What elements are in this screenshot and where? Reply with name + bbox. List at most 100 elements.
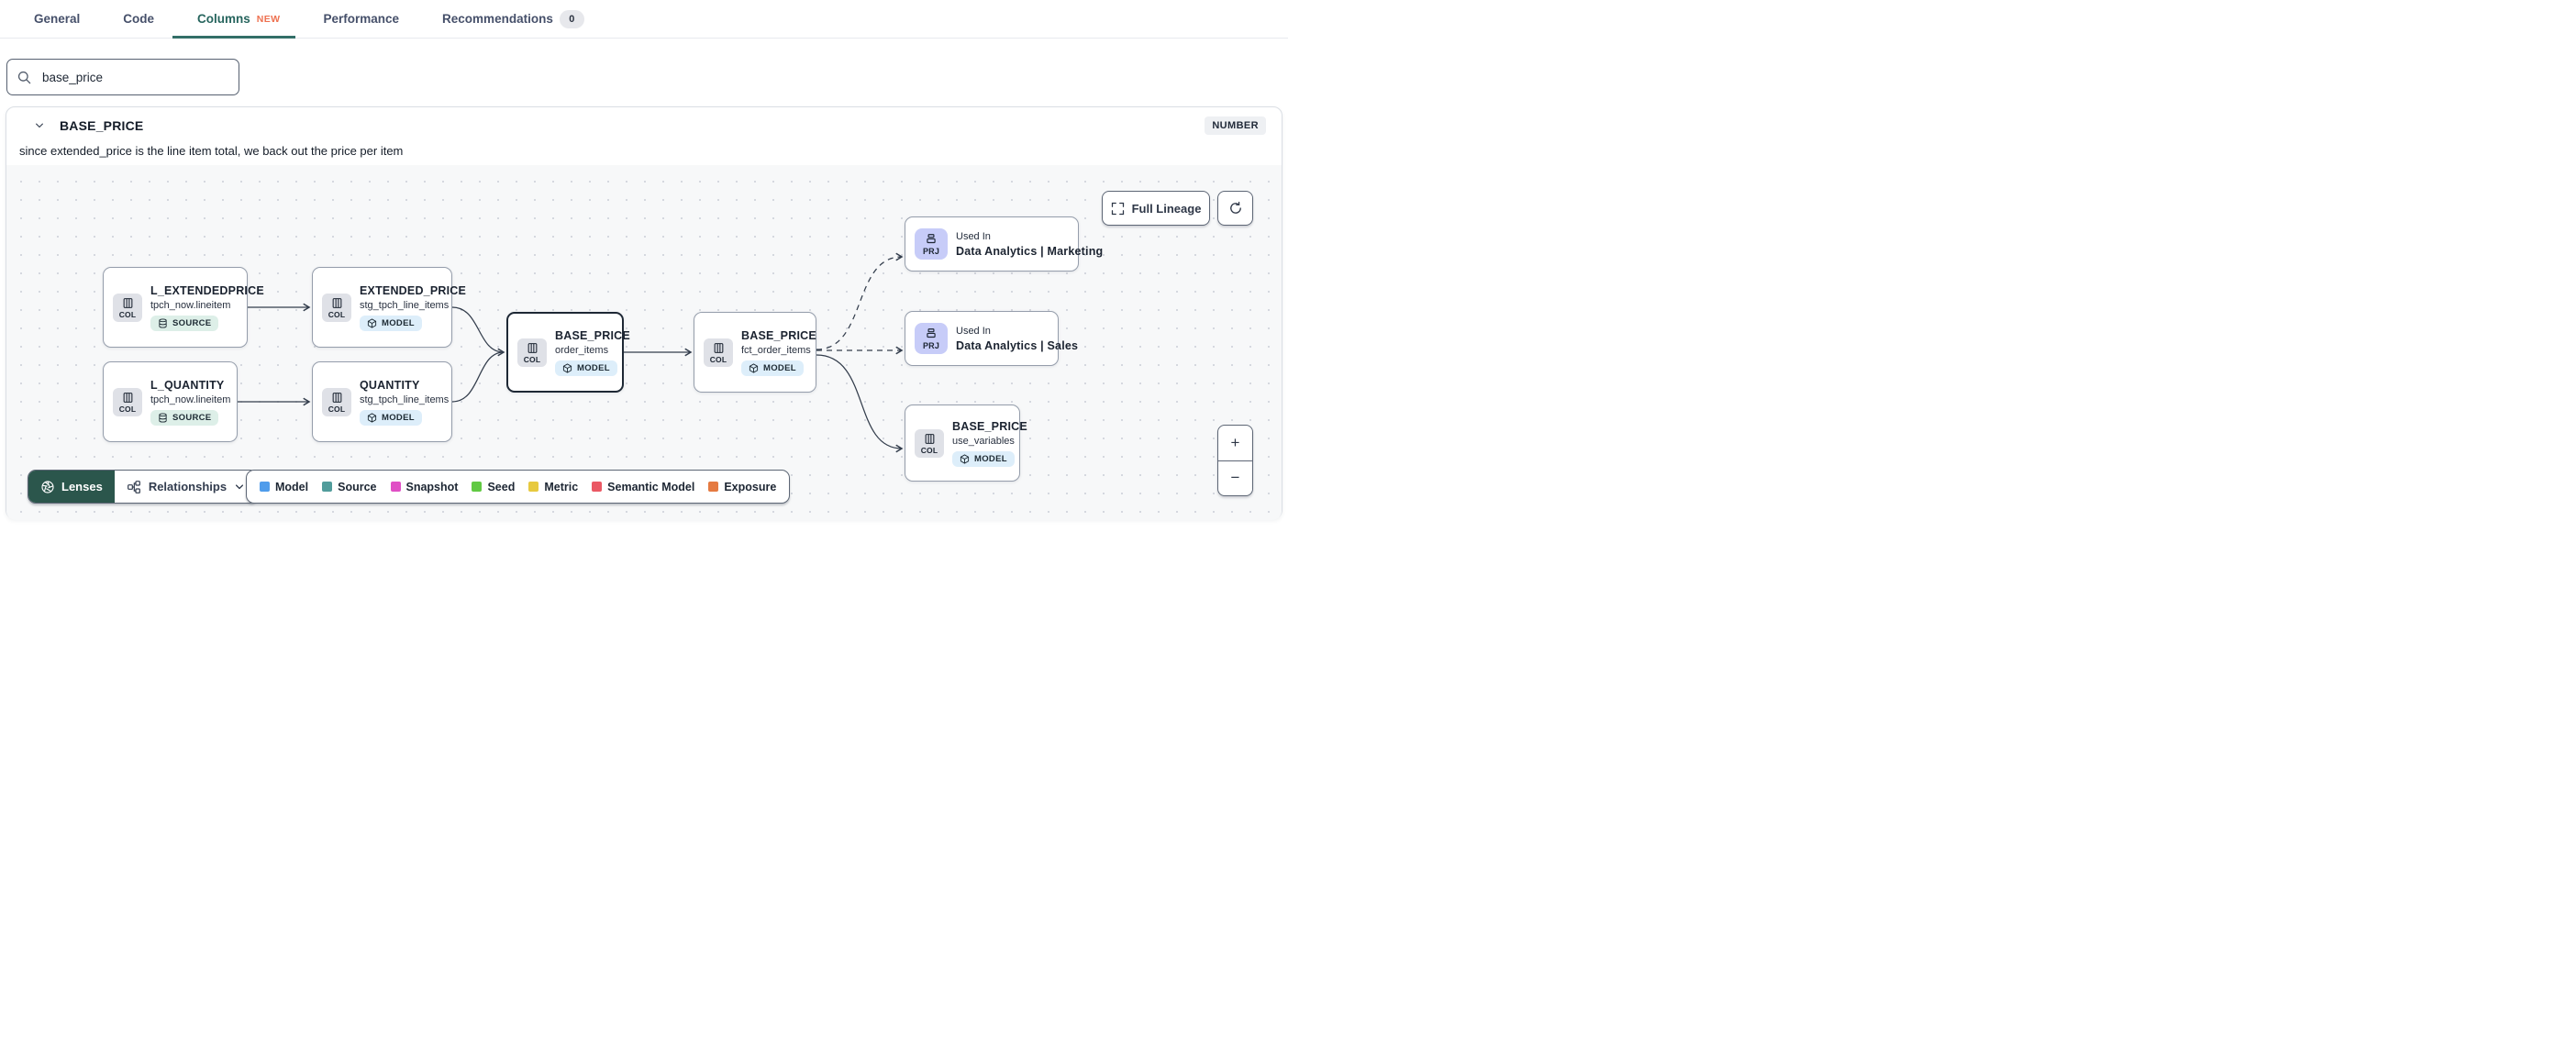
lineage-node-base-price-fct-order-items[interactable]: COL BASE_PRICE fct_order_items MODEL [694,312,816,393]
legend-swatch [472,482,483,492]
legend-swatch [708,482,719,492]
cube-icon [749,362,759,373]
chip-label: PRJ [922,341,940,350]
used-in-label: Used In [956,325,991,337]
column-chip: COL [113,293,142,322]
columns-icon [332,392,341,403]
column-panel-header: BASE_PRICE NUMBER since extended_price i… [6,107,1282,165]
column-description: since extended_price is the line item to… [19,144,404,158]
node-title: Data Analytics | Marketing [956,244,1104,258]
lineage-node-l-extendedprice[interactable]: COL L_EXTENDEDPRICE tpch_now.lineitem SO… [103,267,264,348]
chip-label: COL [523,354,541,364]
lineage-node-quantity[interactable]: COL QUANTITY stg_tpch_line_items MODEL [312,361,452,442]
data-type-badge: NUMBER [1205,116,1266,135]
model-badge: MODEL [360,409,422,426]
tab-columns[interactable]: Columns NEW [197,13,280,26]
used-in-label: Used In [956,230,991,242]
full-lineage-button[interactable]: Full Lineage [1102,191,1210,226]
source-badge: SOURCE [150,315,219,331]
chip-label: COL [328,404,346,414]
cube-icon [562,362,572,373]
column-chip: COL [113,387,142,416]
active-tab-underline [172,36,295,39]
node-title: L_QUANTITY [150,378,225,392]
chip-label: COL [118,404,137,414]
legend-swatch [528,482,539,492]
legend-swatch [322,482,333,492]
lenses-button[interactable]: Lenses [28,471,115,503]
chip-label: COL [709,354,727,364]
columns-icon [925,433,934,444]
column-chip: COL [517,338,547,367]
lineage-node-used-in-sales[interactable]: PRJ Used In Data Analytics | Sales [905,311,1078,366]
column-chip: COL [704,338,733,367]
lenses-aperture-icon [41,480,54,493]
search-input[interactable] [40,69,229,85]
tab-general-label: General [34,11,81,26]
project-chip: PRJ [915,228,948,260]
node-title: BASE_PRICE [952,419,1027,433]
full-lineage-label: Full Lineage [1131,201,1202,216]
database-icon [159,412,167,423]
legend-item-exposure: Exposure [708,481,776,493]
column-chip: COL [915,428,944,458]
chip-label: COL [118,309,137,319]
column-lineage-page: General Code Columns NEW Performance Rec… [0,0,1288,526]
expand-icon [1111,202,1125,216]
zoom-out-button[interactable]: − [1218,461,1252,496]
lineage-canvas[interactable]: Full Lineage COL L_EXTENDEDPRICE tpch_no… [6,165,1282,520]
new-badge: NEW [256,13,281,25]
collapse-chevron-icon[interactable] [33,119,46,132]
node-title: BASE_PRICE [741,328,816,342]
lineage-node-used-in-marketing[interactable]: PRJ Used In Data Analytics | Marketing [905,216,1103,272]
node-title: BASE_PRICE [555,328,630,342]
chevron-down-icon [236,483,244,489]
node-title: EXTENDED_PRICE [360,283,467,297]
node-subtitle: stg_tpch_line_items [360,393,450,405]
zoom-controls: + − [1217,425,1253,496]
project-icon [927,328,936,338]
tab-code-label: Code [123,11,155,26]
node-subtitle: fct_order_items [741,344,811,356]
node-subtitle: order_items [555,344,609,356]
relationships-dropdown[interactable]: Relationships [115,471,257,503]
relationships-icon [127,480,140,493]
columns-icon [332,297,341,308]
model-badge: MODEL [555,360,617,376]
tab-performance[interactable]: Performance [324,13,400,26]
tab-code[interactable]: Code [123,13,154,26]
legend-item-model: Model [260,481,308,493]
cube-icon [960,453,970,464]
tab-performance-label: Performance [323,11,400,26]
model-badge: MODEL [952,450,1015,467]
tab-columns-label: Columns [197,11,250,26]
database-icon [159,317,167,328]
lineage-node-l-quantity[interactable]: COL L_QUANTITY tpch_now.lineitem SOURCE [103,361,238,442]
refresh-icon [1228,201,1243,216]
legend-item-source: Source [322,481,377,493]
cube-icon [367,317,377,328]
badge-label: MODEL [974,453,1007,464]
tab-recommendations-label: Recommendations [442,11,553,26]
refresh-button[interactable] [1217,191,1253,226]
lineage-node-base-price-order-items[interactable]: COL BASE_PRICE order_items MODEL [506,312,630,393]
source-badge: SOURCE [150,409,219,426]
zoom-in-button[interactable]: + [1218,426,1252,461]
relationships-label: Relationships [148,480,228,493]
columns-icon [123,392,132,403]
legend-item-semantic-model: Semantic Model [592,481,694,493]
node-title: Data Analytics | Sales [956,338,1079,352]
lineage-node-base-price-use-variables[interactable]: COL BASE_PRICE use_variables MODEL [905,405,1027,482]
tab-recommendations[interactable]: Recommendations 0 [442,9,584,28]
badge-label: SOURCE [172,317,212,328]
legend-swatch [260,482,270,492]
recommendations-count-badge: 0 [559,9,584,28]
tab-general[interactable]: General [34,13,80,26]
chip-label: COL [920,445,938,455]
legend-swatch [592,482,603,492]
lineage-node-extended-price[interactable]: COL EXTENDED_PRICE stg_tpch_line_items M… [312,267,466,348]
chip-label: COL [328,309,346,319]
columns-icon [123,297,132,308]
tab-bar: General Code Columns NEW Performance Rec… [0,0,1288,39]
column-name: BASE_PRICE [60,118,144,133]
